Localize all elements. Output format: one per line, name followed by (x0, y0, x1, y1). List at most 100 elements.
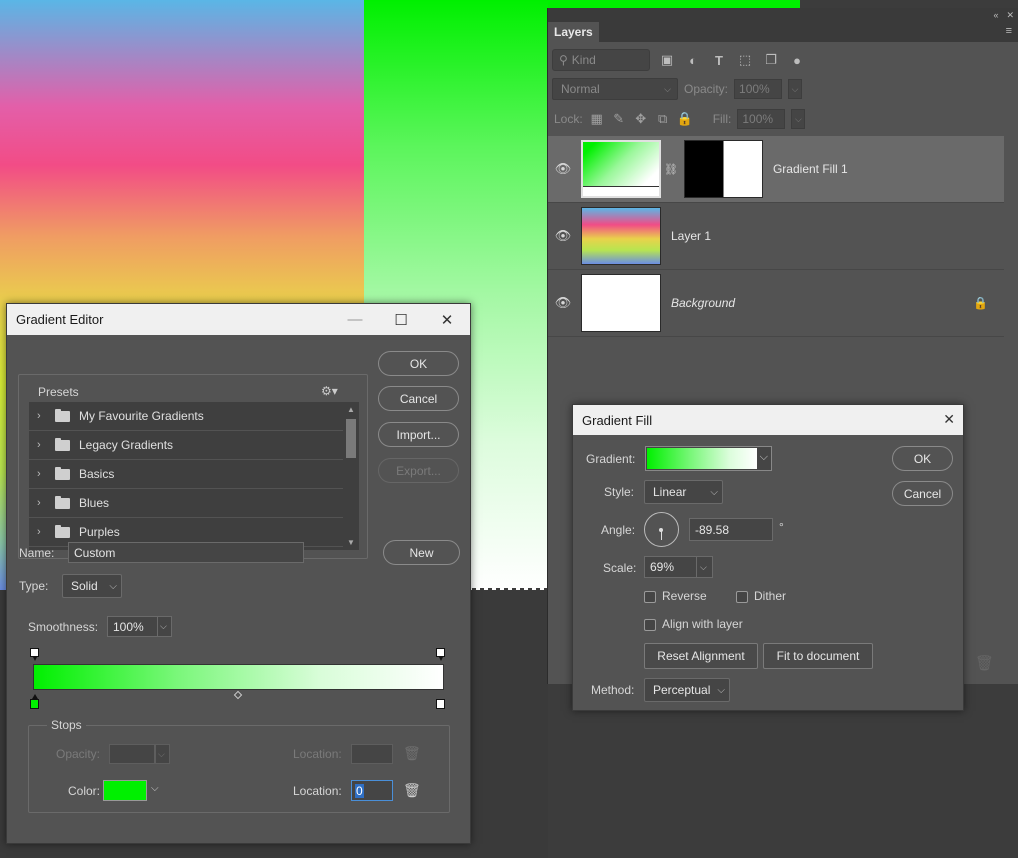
preset-folder[interactable]: › Basics (29, 460, 343, 489)
fill-dropdown[interactable]: ⌵ (791, 109, 806, 129)
opacity-input[interactable]: 100% (734, 79, 783, 99)
link-chain-icon[interactable]: ⛓ (664, 163, 678, 176)
smart-object-filter-icon[interactable]: ❐ (762, 52, 780, 68)
name-label: Name: (19, 546, 55, 560)
align-with-layer-checkbox[interactable] (644, 619, 656, 631)
shape-filter-icon[interactable]: ⬚ (736, 52, 754, 68)
opacity-location-input (351, 744, 393, 764)
preset-list[interactable]: › My Favourite Gradients › Legacy Gradient… (29, 402, 343, 550)
method-label: Method: (591, 683, 635, 697)
smoothness-input[interactable]: 100% (107, 616, 157, 637)
delete-color-stop-icon[interactable]: 🗑 (403, 782, 421, 799)
layer-name[interactable]: Gradient Fill 1 (773, 162, 848, 176)
chevron-down-icon: ⌵ (710, 486, 718, 498)
close-icon[interactable]: ✕ (424, 304, 470, 335)
smoothness-dropdown[interactable]: ⌵ (157, 616, 172, 637)
adjustment-filter-icon[interactable]: ◐ (684, 52, 702, 68)
layer-row-layer-1[interactable]: 👁 Layer 1 (548, 203, 1004, 270)
scroll-up-icon[interactable]: ▲ (343, 405, 359, 414)
layer-name[interactable]: Background (671, 296, 735, 310)
reverse-checkbox[interactable] (644, 591, 656, 603)
layer-name[interactable]: Layer 1 (671, 229, 711, 243)
lock-image-icon[interactable]: ✎ (611, 111, 627, 127)
visibility-eye-icon[interactable]: 👁 (548, 295, 578, 311)
layer-row-background[interactable]: 👁 Background 🔒 (548, 270, 1004, 337)
reset-alignment-button[interactable]: Reset Alignment (644, 643, 758, 669)
background-thumbnail[interactable] (581, 274, 661, 332)
type-select[interactable]: Solid ⌵ (62, 574, 122, 598)
chevron-down-icon[interactable]: ⌵ (760, 451, 768, 464)
import-button[interactable]: Import... (378, 422, 459, 447)
kind-filter-select[interactable]: ⚲ Kind (552, 49, 650, 71)
visibility-eye-icon[interactable]: 👁 (548, 161, 578, 177)
export-button: Export... (378, 458, 459, 483)
lock-position-icon[interactable]: ✥ (633, 111, 649, 127)
fill-input[interactable]: 100% (737, 109, 786, 129)
preset-folder[interactable]: › Blues (29, 489, 343, 518)
scroll-down-icon[interactable]: ▼ (343, 538, 359, 547)
new-button[interactable]: New (383, 540, 460, 565)
angle-dial[interactable] (644, 512, 679, 547)
cancel-button[interactable]: Cancel (378, 386, 459, 411)
color-midpoint[interactable] (233, 690, 243, 700)
visibility-eye-icon[interactable]: 👁 (548, 228, 578, 244)
close-icon[interactable]: ✕ (943, 411, 955, 428)
opacity-stop-right[interactable] (436, 648, 445, 661)
lock-all-icon[interactable]: 🔒 (677, 111, 693, 127)
chevron-down-icon: ⌵ (109, 580, 117, 592)
scale-dropdown[interactable]: ⌵ (696, 556, 713, 578)
opacity-dropdown[interactable]: ⌵ (788, 79, 803, 99)
layers-tab[interactable]: Layers (548, 22, 599, 42)
type-filter-icon[interactable]: T (710, 52, 728, 68)
blend-mode-select[interactable]: Normal ⌵ (552, 78, 678, 100)
scrollbar-thumb[interactable] (346, 419, 356, 458)
name-input[interactable]: Custom (68, 542, 304, 563)
gradient-swatch[interactable] (647, 448, 757, 469)
dialog-title: Gradient Fill (582, 412, 653, 428)
layer-mask-thumbnail[interactable] (683, 140, 763, 198)
fit-to-document-button[interactable]: Fit to document (763, 643, 873, 669)
gradient-preview-bar[interactable] (33, 664, 444, 690)
gradient-thumb-strip (583, 186, 659, 196)
chevron-down-icon[interactable]: ⌵ (151, 783, 159, 794)
cancel-button[interactable]: Cancel (892, 481, 953, 506)
lock-artboard-icon[interactable]: ⧉ (655, 111, 671, 127)
panel-menu-icon[interactable]: ≡ (1006, 25, 1012, 37)
preset-scrollbar[interactable]: ▲ ▼ (343, 402, 359, 550)
layer-1-thumbnail[interactable] (581, 207, 661, 265)
gradient-picker[interactable]: ⌵ (645, 446, 772, 471)
delete-layer-icon[interactable]: 🗑 (975, 654, 994, 672)
panel-top-bar: « ✕ (548, 8, 1018, 22)
layer-row-gradient-fill[interactable]: 👁 ⛓ Gradient Fill 1 (548, 136, 1004, 203)
method-select[interactable]: Perceptual ⌵ (644, 678, 730, 702)
folder-icon (55, 466, 70, 480)
preset-folder[interactable]: › Legacy Gradients (29, 431, 343, 460)
lock-transparency-icon[interactable]: ▦ (589, 111, 605, 127)
ok-button[interactable]: OK (892, 446, 953, 471)
gear-icon[interactable]: ⚙▾ (321, 384, 338, 398)
color-location-input[interactable]: 0 (351, 780, 393, 801)
filter-toggle-icon[interactable]: ● (788, 52, 806, 68)
location-value: 0 (355, 783, 364, 798)
maximize-icon[interactable]: ☐ (378, 304, 424, 335)
pixel-filter-icon[interactable]: ▣ (658, 52, 676, 68)
color-stop-left[interactable] (30, 694, 39, 709)
angle-input[interactable]: -89.58 (689, 518, 773, 541)
stop-color-swatch[interactable] (103, 780, 147, 801)
dither-checkbox[interactable] (736, 591, 748, 603)
preset-folder[interactable]: › My Favourite Gradients (29, 402, 343, 431)
chevron-right-icon: › (37, 468, 41, 480)
ok-button[interactable]: OK (378, 351, 459, 376)
lock-icon[interactable]: 🔒 (973, 296, 988, 310)
gradient-fill-thumbnail[interactable] (581, 140, 661, 198)
style-select[interactable]: Linear ⌵ (644, 480, 723, 504)
stops-label: Stops (47, 718, 86, 732)
opacity-label: Opacity: (56, 747, 101, 761)
minimize-icon[interactable]: — (332, 304, 378, 335)
color-stop-right[interactable] (436, 699, 445, 709)
collapse-icon[interactable]: « (993, 10, 998, 20)
scale-input[interactable]: 69% (644, 556, 696, 578)
opacity-stop-left[interactable] (30, 648, 39, 661)
close-panel-icon[interactable]: ✕ (1006, 10, 1014, 21)
lock-label: Lock: (554, 112, 583, 126)
